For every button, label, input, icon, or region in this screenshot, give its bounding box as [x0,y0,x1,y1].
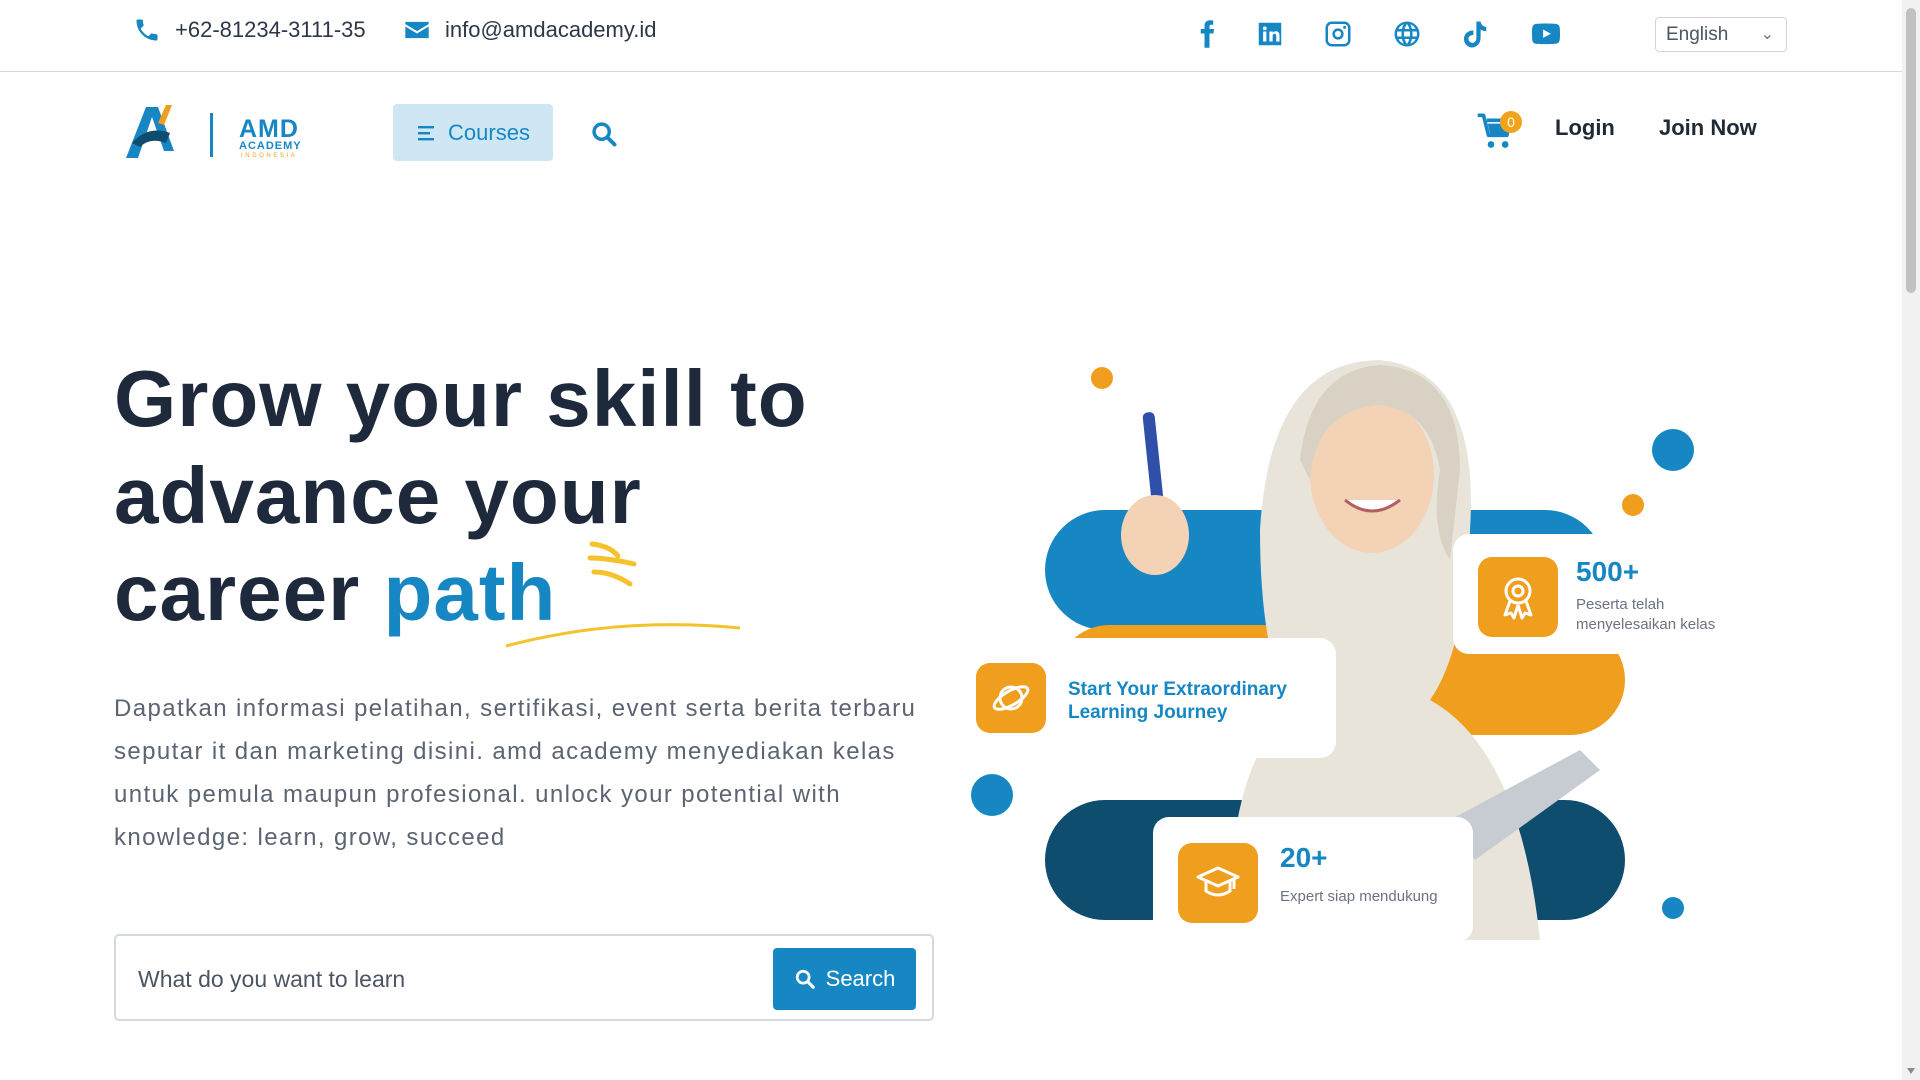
language-value: English [1666,23,1729,45]
hero-title-career: career [114,548,384,637]
course-search-box: Search [114,934,934,1021]
search-icon [795,969,815,989]
youtube-icon[interactable] [1529,17,1563,51]
hero-description: Dapatkan informasi pelatihan, sertifikas… [114,695,917,851]
facebook-icon[interactable] [1190,17,1224,51]
experts-label: Expert siap mendukung [1280,888,1438,905]
search-button-label: Search [825,966,896,991]
courses-label: Courses [448,119,530,145]
top-bar: +62-81234-3111-35 info@amdacademy.id Eng… [0,0,1902,72]
phone-contact[interactable]: +62-81234-3111-35 [133,16,366,44]
graduation-cap-icon [1178,843,1258,923]
experts-stat-card: 20+ Expert siap mendukung [1153,817,1473,942]
linkedin-icon[interactable] [1253,17,1287,51]
instagram-icon[interactable] [1321,17,1355,51]
scrollbar-thumb[interactable] [1906,8,1916,293]
chevron-down-icon: ⌄ [1760,26,1774,43]
hero-title-line-3: career path [114,544,874,641]
experts-count: 20+ [1280,842,1328,873]
hero-title-line-2: advance your [114,451,642,540]
logo-subtitle-2: INDONESIA [241,153,298,159]
scroll-down-arrow-icon[interactable] [1907,1068,1915,1074]
search-button[interactable]: Search [773,948,916,1010]
search-icon[interactable] [590,120,618,148]
graduates-label-2: menyelesaikan kelas [1576,616,1716,633]
cart-count-badge: 0 [1500,111,1522,133]
learning-journey-card: Start Your Extraordinary Learning Journe… [964,638,1336,758]
courses-menu-button[interactable]: Courses [393,104,553,161]
hero-title-line-1: Grow your skill to [114,354,808,443]
planet-icon [976,663,1046,733]
journey-line-2: Learning Journey [1068,702,1228,723]
phone-number: +62-81234-3111-35 [175,17,366,42]
login-link[interactable]: Login [1555,115,1615,141]
email-contact[interactable]: info@amdacademy.id [403,16,656,44]
graduates-count: 500+ [1576,556,1640,587]
globe-icon[interactable] [1390,17,1424,51]
page-scrollbar[interactable] [1902,0,1920,1080]
graduates-label-1: Peserta telah [1576,596,1665,613]
hamburger-menu-icon [418,125,435,140]
join-now-link[interactable]: Join Now [1659,115,1757,141]
award-badge-icon [1478,557,1558,637]
amd-academy-logo[interactable]: AMD ACADEMY INDONESIA [122,103,312,163]
tiktok-icon[interactable] [1458,17,1492,51]
graduates-stat-card: 500+ Peserta telah menyelesaikan kelas [1453,534,1753,654]
hero-title: Grow your skill to advance your career p… [114,350,874,641]
highlight-underline-decoration [505,541,741,648]
email-address: info@amdacademy.id [445,17,657,42]
logo-subtitle: ACADEMY [239,140,302,152]
hero-illustration: 500+ Peserta telah menyelesaikan kelas S… [960,350,1760,950]
language-select[interactable]: English ⌄ [1655,17,1787,52]
phone-icon [136,19,158,41]
journey-line-1: Start Your Extraordinary [1068,679,1287,700]
envelope-icon [405,21,429,39]
course-search-input[interactable] [136,956,620,1002]
